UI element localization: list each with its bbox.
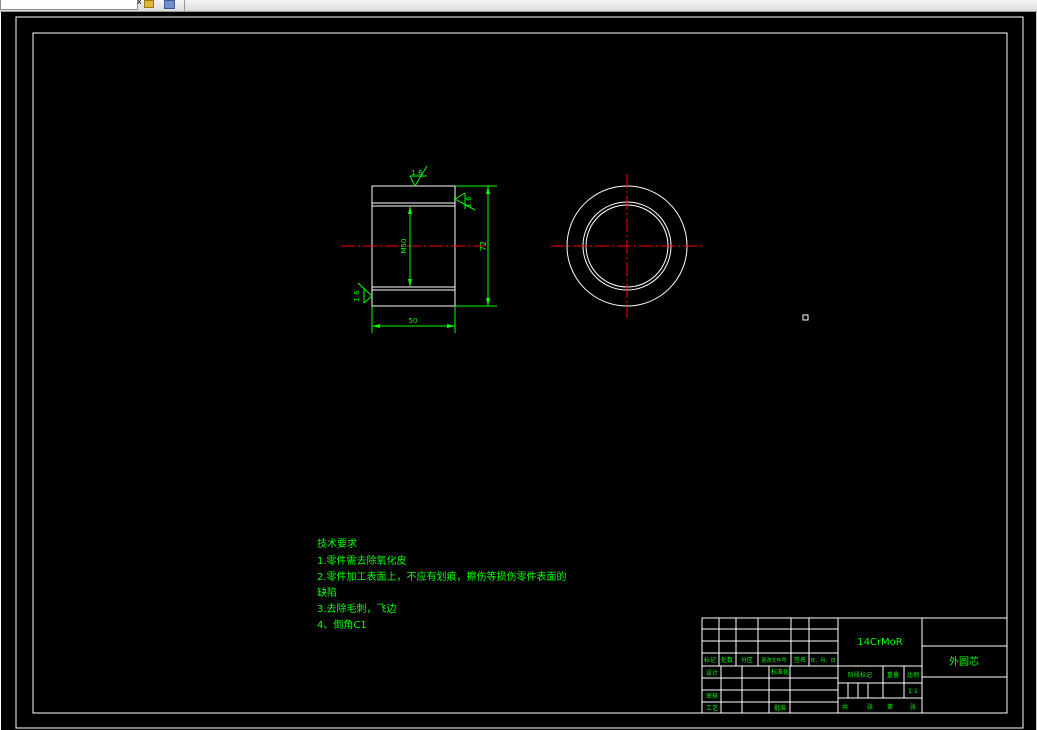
command-field[interactable] <box>0 0 138 10</box>
header-zone: 分区 <box>741 656 753 664</box>
sheet-unit-2: 张 <box>910 703 916 711</box>
design-label: 设计 <box>706 669 718 677</box>
toolbar-strip: x <box>0 0 1037 12</box>
sheet-total: 共 <box>842 703 848 711</box>
standardize-label: 标准化 <box>771 668 789 676</box>
layer-icon[interactable] <box>144 0 154 8</box>
outer-diameter-label: 72 <box>479 241 488 251</box>
roughness-right-label: 1.6 <box>465 196 473 208</box>
header-change-doc: 更改文件号 <box>761 657 786 664</box>
length-label: 50 <box>409 317 418 325</box>
process-label: 工艺 <box>706 704 718 712</box>
toolbar-separator <box>184 0 185 11</box>
bore-label: M50 <box>400 239 408 254</box>
review-label: 审核 <box>706 692 718 700</box>
weight-label: 重量 <box>887 671 899 679</box>
properties-icon[interactable] <box>164 0 175 9</box>
material-label: 14CrMoR <box>857 637 903 648</box>
tech-line-3: 缺陷 <box>317 586 337 599</box>
header-sign: 签名 <box>794 656 806 664</box>
drawing-canvas[interactable]: 72 M50 50 1.6 1.6 1.6 技术要求 1.零件需去除氧化皮 2.… <box>0 12 1037 730</box>
roughness-left-label: 1.6 <box>353 290 361 302</box>
approve-label: 批准 <box>774 704 786 712</box>
header-count: 处数 <box>721 656 733 664</box>
header-date: 年、月、日 <box>810 657 835 664</box>
stage-mark-label: 阶段标记 <box>848 671 872 679</box>
close-icon[interactable]: x <box>137 0 142 6</box>
part-name-label: 外圆芯 <box>949 655 979 668</box>
tech-line-4: 3.去除毛刺，飞边 <box>317 602 397 615</box>
canvas-background <box>1 12 1036 730</box>
tech-line-1: 1.零件需去除氧化皮 <box>317 554 407 567</box>
scale-value: 1:1 <box>908 688 918 695</box>
tech-line-2: 2.零件加工表面上，不应有划痕，擦伤等损伤零件表面的 <box>317 570 567 583</box>
sheet-number: 第 <box>887 703 893 711</box>
roughness-top-label: 1.6 <box>411 169 423 177</box>
tech-line-5: 4、倒角C1 <box>317 619 367 631</box>
sheet-unit-1: 张 <box>867 703 873 711</box>
tech-heading: 技术要求 <box>317 537 357 550</box>
scale-label: 比例 <box>907 671 919 679</box>
header-mark: 标记 <box>704 656 716 664</box>
